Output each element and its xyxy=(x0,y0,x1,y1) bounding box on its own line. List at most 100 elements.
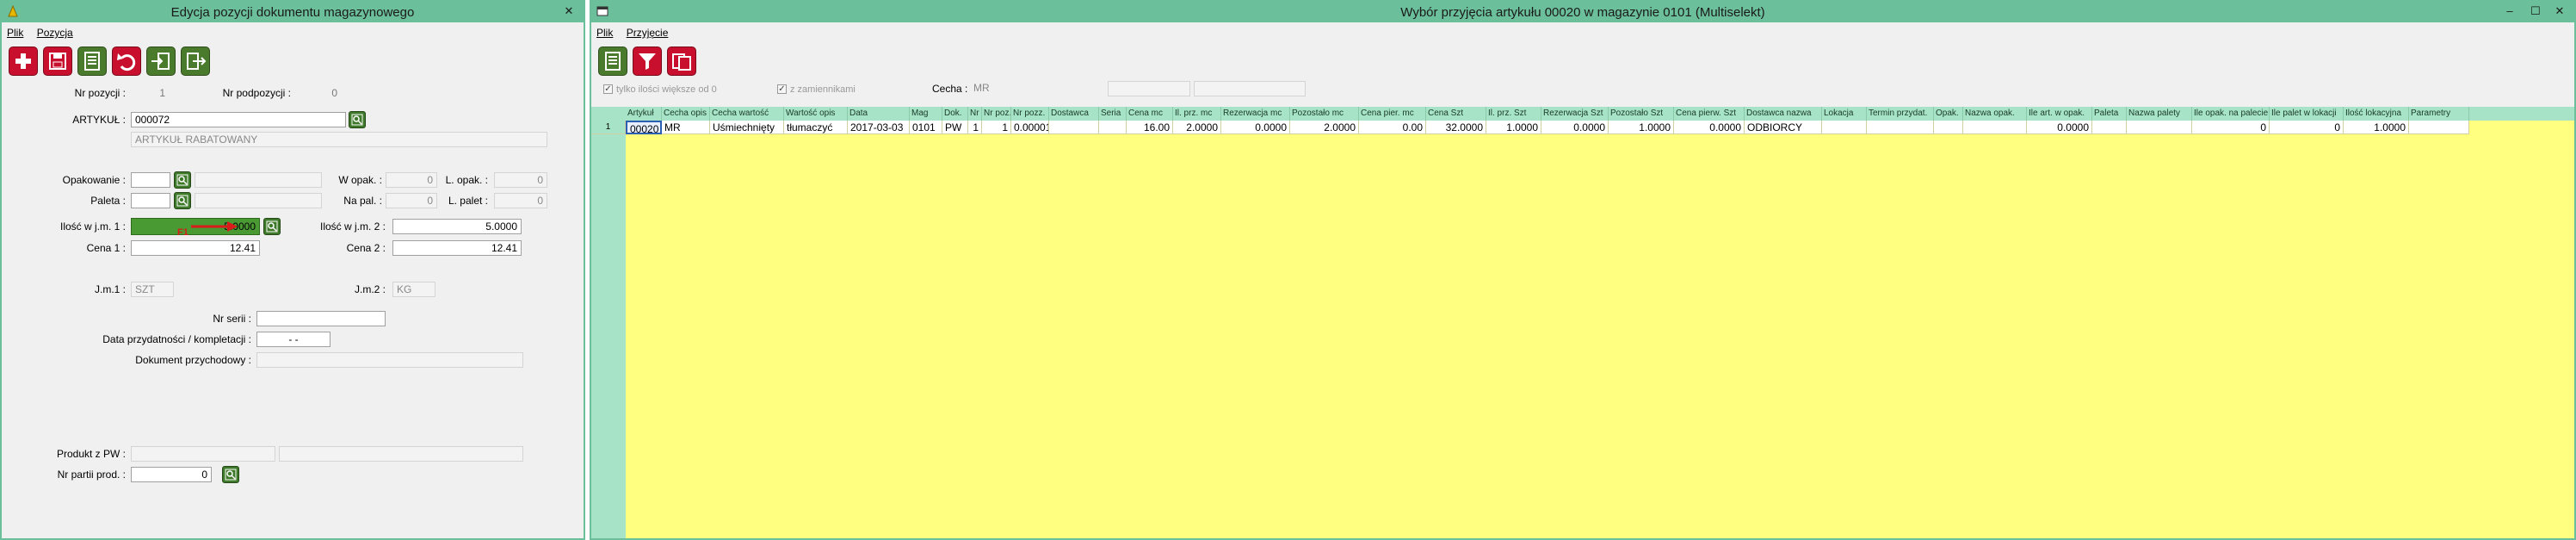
menu-pozycja[interactable]: Pozycja xyxy=(32,24,78,41)
column-header[interactable]: Ile palet w lokacji xyxy=(2270,107,2344,121)
nr-serii-field[interactable] xyxy=(256,311,386,326)
close-icon[interactable]: ✕ xyxy=(2548,3,2571,19)
column-header[interactable]: Seria xyxy=(1099,107,1127,121)
column-header[interactable]: Mag xyxy=(910,107,942,121)
data-przyd-field[interactable]: - - xyxy=(256,332,330,347)
column-header[interactable]: Cecha opis xyxy=(662,107,710,121)
column-header[interactable]: Lokacja xyxy=(1822,107,1867,121)
cecha-field[interactable]: MR xyxy=(970,81,1101,96)
table-cell[interactable]: ODBIORCY xyxy=(1745,121,1822,134)
column-header[interactable]: Il. prz. Szt xyxy=(1486,107,1541,121)
nr-partii-lookup-button[interactable] xyxy=(222,466,239,483)
column-header[interactable]: Nazwa palety xyxy=(2127,107,2192,121)
ilosc2-field[interactable]: 5.0000 xyxy=(392,219,522,234)
column-header[interactable]: Ile art. w opak. xyxy=(2027,107,2092,121)
table-cell[interactable]: 0.0000 xyxy=(1221,121,1290,134)
column-header[interactable]: Ile opak. na palecie xyxy=(2192,107,2270,121)
table-cell[interactable]: tłumaczyć xyxy=(784,121,848,134)
artykul-field[interactable]: 000072 xyxy=(131,112,346,127)
table-cell[interactable]: 1.0000 xyxy=(1609,121,1674,134)
column-header[interactable]: Parametry xyxy=(2409,107,2469,121)
column-header[interactable]: Cecha wartość xyxy=(710,107,784,121)
add-button[interactable] xyxy=(9,47,38,76)
table-cell[interactable]: 1 xyxy=(968,121,982,134)
column-header[interactable]: Paleta xyxy=(2092,107,2127,121)
column-header[interactable]: Nr poz. xyxy=(982,107,1011,121)
opakowanie-lookup-button[interactable] xyxy=(174,171,191,189)
menu-plik[interactable]: Plik xyxy=(591,24,618,41)
table-cell[interactable]: MR xyxy=(662,121,710,134)
menu-plik[interactable]: Plik xyxy=(2,24,28,41)
table-cell[interactable]: PW xyxy=(942,121,968,134)
table-cell[interactable]: 2.0000 xyxy=(1290,121,1359,134)
nr-partii-field[interactable]: 0 xyxy=(131,467,212,482)
table-cell[interactable] xyxy=(2092,121,2127,134)
ilosc1-lookup-button[interactable] xyxy=(263,218,281,235)
table-cell[interactable]: 2017-03-03 xyxy=(848,121,910,134)
table-cell[interactable]: 16.00 xyxy=(1127,121,1173,134)
table-cell[interactable] xyxy=(1934,121,1963,134)
win2-titlebar[interactable]: Wybór przyjęcia artykułu 00020 w magazyn… xyxy=(591,2,2574,22)
table-cell[interactable] xyxy=(1963,121,2027,134)
column-header[interactable]: Cena mc xyxy=(1127,107,1173,121)
table-cell[interactable]: 32.0000 xyxy=(1426,121,1486,134)
column-header[interactable]: Termin przydat. xyxy=(1867,107,1934,121)
table-row[interactable]: 1 00020 MR Uśmiechnięty tłumaczyć 2017-03-03 0… xyxy=(591,121,2574,134)
column-header[interactable]: Dostawca nazwa xyxy=(1745,107,1822,121)
save-button[interactable] xyxy=(43,47,72,76)
table-cell[interactable]: 0101 xyxy=(910,121,942,134)
export-button[interactable] xyxy=(181,47,210,76)
paleta-lookup-button[interactable] xyxy=(174,192,191,209)
table-cell[interactable]: 0.00 xyxy=(1359,121,1426,134)
column-header[interactable]: Nazwa opak. xyxy=(1963,107,2027,121)
table-cell[interactable] xyxy=(1822,121,1867,134)
minimize-icon[interactable]: – xyxy=(2499,3,2521,19)
table-cell[interactable] xyxy=(2127,121,2192,134)
table-cell[interactable]: 1.0000 xyxy=(2344,121,2409,134)
table-cell[interactable]: 0.0000 xyxy=(1674,121,1745,134)
paleta-field[interactable] xyxy=(131,193,170,208)
receipts-grid[interactable]: Artykuł Cecha opis Cecha wartość Wartość op… xyxy=(591,107,2574,538)
win1-titlebar[interactable]: Edycja pozycji dokumentu magazynowego ✕ xyxy=(2,2,584,22)
column-header[interactable]: Ilość lokacyjna xyxy=(2344,107,2409,121)
table-cell[interactable] xyxy=(1049,121,1099,134)
column-header[interactable]: Cena pierw. Szt xyxy=(1674,107,1745,121)
column-header[interactable]: Nr xyxy=(968,107,982,121)
table-cell[interactable]: 0.0000 xyxy=(2027,121,2092,134)
table-cell[interactable] xyxy=(1867,121,1934,134)
column-header[interactable]: Dok. xyxy=(942,107,968,121)
undo-button[interactable] xyxy=(112,47,141,76)
column-header[interactable]: Data xyxy=(848,107,910,121)
column-header[interactable]: Artykuł xyxy=(626,107,662,121)
table-cell[interactable] xyxy=(1099,121,1127,134)
column-header[interactable]: Il. prz. mc xyxy=(1173,107,1221,121)
table-cell[interactable]: Uśmiechnięty xyxy=(710,121,784,134)
table-cell[interactable]: 00020 xyxy=(626,121,662,134)
opakowanie-field[interactable] xyxy=(131,172,170,188)
filter-button[interactable] xyxy=(633,47,662,76)
cena2-field[interactable]: 12.41 xyxy=(392,240,522,256)
list-button[interactable] xyxy=(77,47,107,76)
column-header[interactable]: Wartość opis xyxy=(784,107,848,121)
column-header[interactable]: Pozostało Szt xyxy=(1609,107,1674,121)
column-header[interactable]: Rezerwacja mc xyxy=(1221,107,1290,121)
list-button[interactable] xyxy=(598,47,627,76)
column-header[interactable]: Opak. xyxy=(1934,107,1963,121)
table-cell[interactable]: 0 xyxy=(2270,121,2344,134)
table-cell[interactable]: 1 xyxy=(982,121,1011,134)
table-cell[interactable]: 1.0000 xyxy=(1486,121,1541,134)
cena1-field[interactable]: 12.41 xyxy=(131,240,260,256)
column-header[interactable]: Dostawca xyxy=(1049,107,1099,121)
column-header[interactable]: Pozostało mc xyxy=(1290,107,1359,121)
artykul-lookup-button[interactable] xyxy=(349,111,366,128)
column-header[interactable]: Cena pier. mc xyxy=(1359,107,1426,121)
menu-przyjecie[interactable]: Przyjęcie xyxy=(621,24,674,41)
import-button[interactable] xyxy=(146,47,176,76)
z-zamiennikami-checkbox[interactable]: ✓ xyxy=(777,84,787,94)
table-cell[interactable]: 0.0000 xyxy=(1541,121,1609,134)
tylko-ilosci-checkbox[interactable]: ✓ xyxy=(603,84,613,94)
column-header[interactable]: Rezerwacja Szt xyxy=(1541,107,1609,121)
table-cell[interactable] xyxy=(2409,121,2469,134)
column-header[interactable]: Nr pozz. xyxy=(1011,107,1049,121)
table-cell[interactable]: 0 xyxy=(2192,121,2270,134)
